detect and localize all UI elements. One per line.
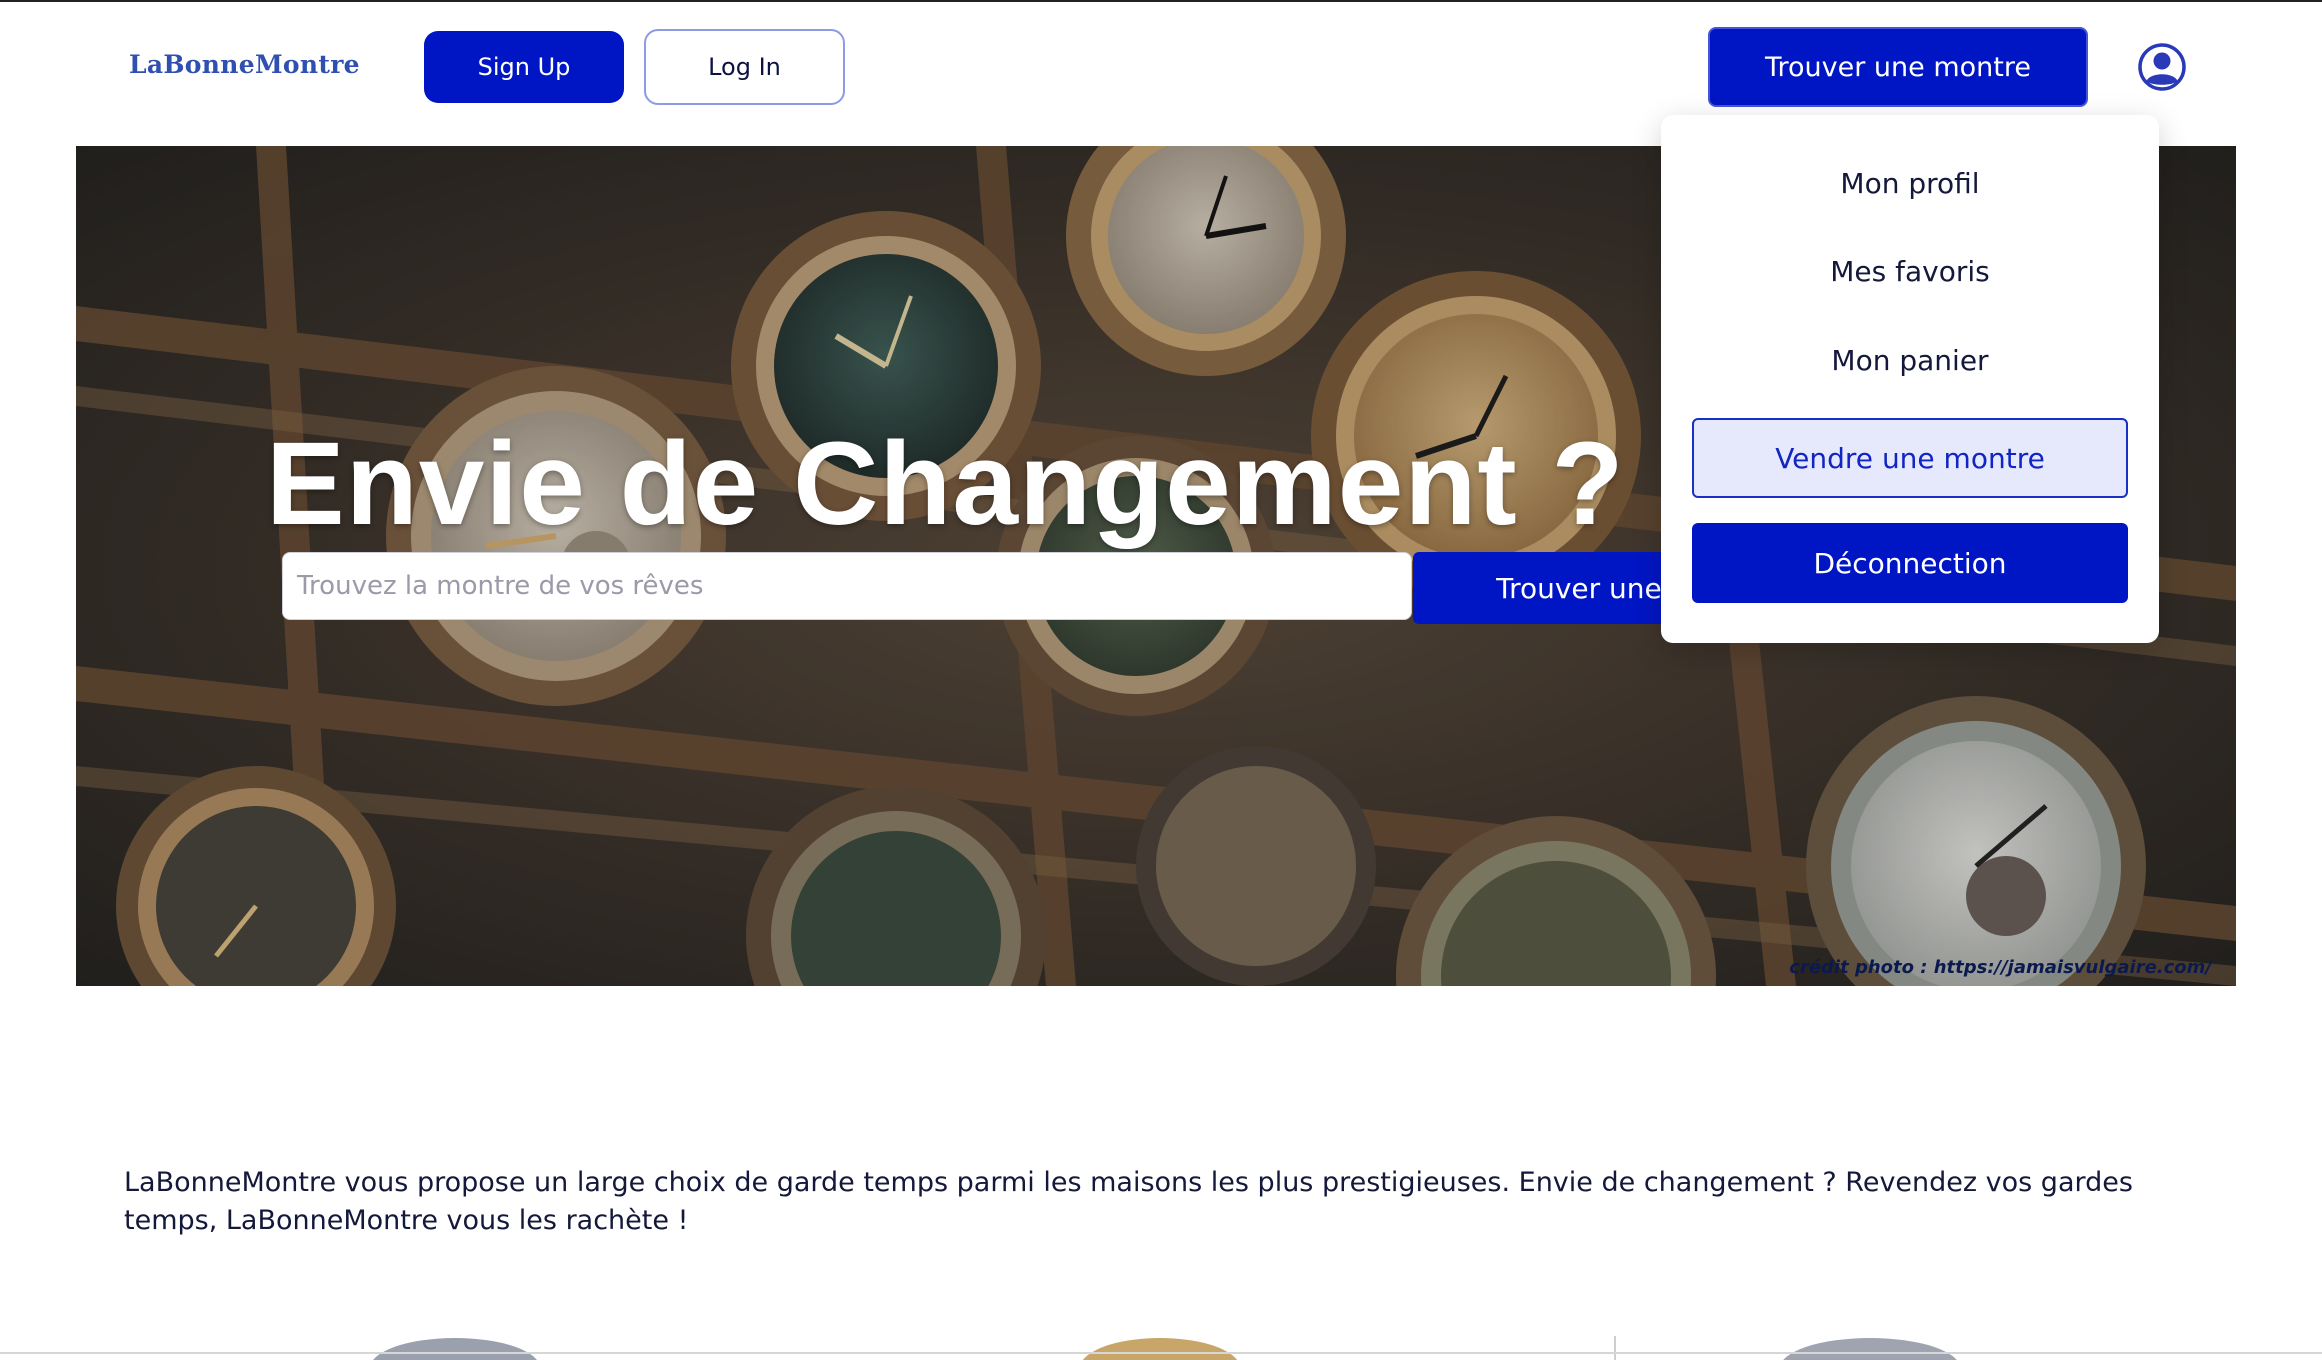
login-button[interactable]: Log In [644, 29, 845, 105]
logout-button[interactable]: Déconnection [1692, 523, 2128, 603]
photo-credit[interactable]: crédit photo : https://jamaisvulgaire.co… [1789, 957, 2212, 978]
divider [0, 1352, 2322, 1354]
signup-button[interactable]: Sign Up [424, 31, 624, 103]
product-thumbnail [1080, 1338, 1240, 1360]
hero-title: Envie de Changement ? [266, 418, 1625, 550]
user-avatar-icon[interactable] [2137, 42, 2187, 92]
intro-paragraph: LaBonneMontre vous propose un large choi… [124, 1167, 2133, 1236]
product-thumbnail [370, 1338, 540, 1360]
top-border [0, 0, 2322, 2]
divider [1614, 1336, 1616, 1360]
menu-item-profile[interactable]: Mon profil [1661, 167, 2159, 200]
user-dropdown-menu: Mon profil Mes favoris Mon panier Vendre… [1661, 115, 2159, 643]
site-logo[interactable]: LaBonneMontre [129, 50, 360, 79]
menu-item-sell-watch[interactable]: Vendre une montre [1692, 418, 2128, 498]
watch-search-input[interactable]: Trouvez la montre de vos rêves [282, 552, 1412, 620]
find-watch-header-button[interactable]: Trouver une montre [1708, 27, 2088, 107]
menu-item-favorites[interactable]: Mes favoris [1661, 255, 2159, 288]
product-thumbnail [1780, 1338, 1960, 1360]
menu-item-cart[interactable]: Mon panier [1661, 344, 2159, 377]
